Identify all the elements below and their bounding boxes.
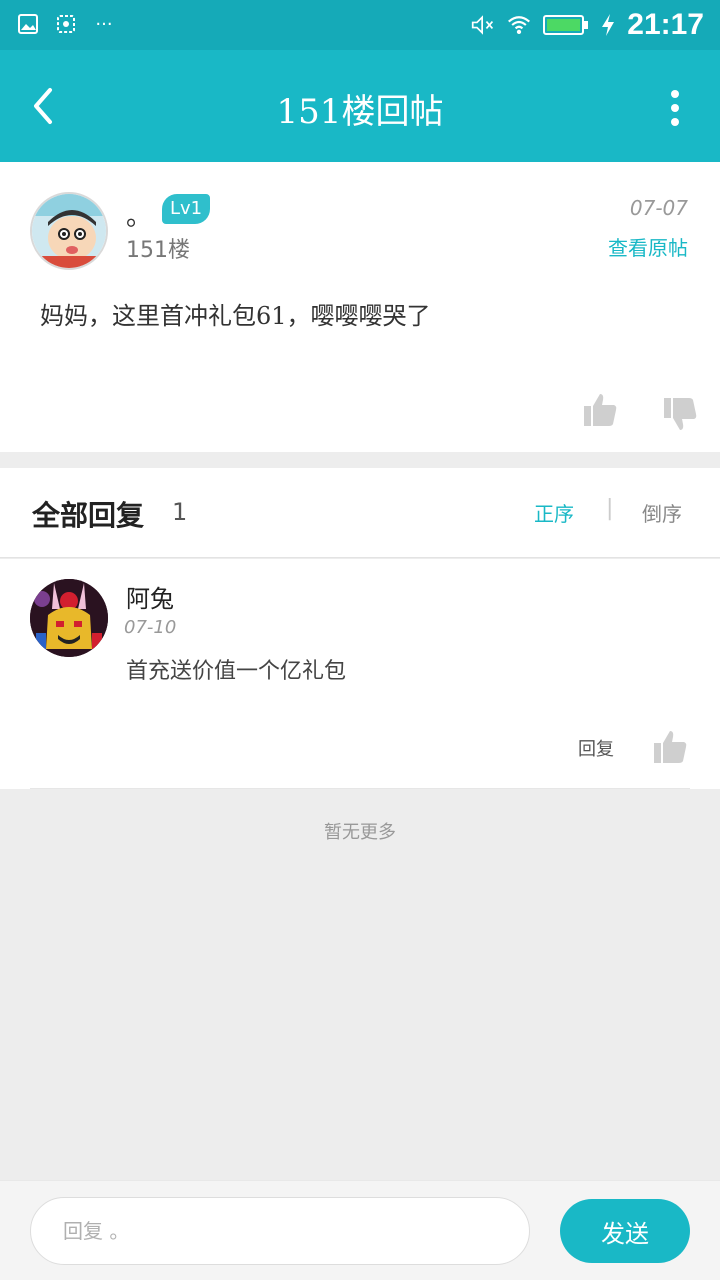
wifi-icon: [507, 13, 531, 37]
reply-content: 首充送价值一个亿礼包: [126, 659, 347, 684]
reply-input[interactable]: [30, 1197, 530, 1265]
post-card: 。 Lv1 151楼 07-07 查看原帖 妈妈，这里首冲礼包61，嘤嘤嘤哭了: [0, 162, 720, 452]
post-date: 07-07: [629, 196, 688, 220]
replies-header: 全部回复 1 正序 | 倒序: [0, 468, 720, 558]
sort-separator: |: [606, 496, 614, 521]
replies-count: 1: [172, 498, 188, 526]
avatar[interactable]: [30, 192, 108, 270]
like-button[interactable]: [582, 392, 618, 428]
more-menu-button[interactable]: [668, 88, 682, 128]
like-button[interactable]: [652, 729, 688, 765]
reply-username[interactable]: 阿兔: [126, 579, 174, 614]
status-time: 21:17: [627, 8, 704, 41]
screenshot-icon: [54, 12, 78, 36]
reply-composer: 发送: [0, 1180, 720, 1280]
sort-ascending-button[interactable]: 正序: [534, 498, 574, 527]
cartoon-boy-avatar-icon: [32, 194, 106, 268]
battery-icon: [543, 13, 589, 37]
dislike-button[interactable]: [662, 396, 698, 432]
thumbs-down-icon: [664, 398, 697, 430]
thumbs-up-icon: [654, 731, 687, 763]
post-username[interactable]: 。: [126, 196, 152, 233]
top-bar: 151楼回帖: [0, 50, 720, 162]
more-vertical-icon: [671, 90, 679, 126]
reply-date: 07-10: [124, 617, 177, 638]
status-bar: ··· 21:17: [0, 0, 720, 50]
more-dots-icon: ···: [95, 13, 113, 35]
replies-title: 全部回复: [32, 499, 145, 532]
reply-button[interactable]: 回复: [578, 735, 614, 761]
mute-icon: [471, 13, 495, 37]
image-icon: [16, 12, 40, 36]
view-original-link[interactable]: 查看原帖: [608, 232, 688, 261]
send-button[interactable]: 发送: [560, 1199, 690, 1263]
floor-number: 151楼: [126, 238, 190, 263]
no-more-text: 暂无更多: [324, 822, 396, 843]
level-badge: Lv1: [162, 194, 211, 224]
sort-descending-button[interactable]: 倒序: [642, 498, 682, 527]
thumbs-up-icon: [584, 394, 617, 426]
post-content: 妈妈，这里首冲礼包61，嘤嘤嘤哭了: [40, 302, 431, 330]
charging-icon: [601, 13, 615, 37]
list-item: 阿兔 07-10 首充送价值一个亿礼包 回复: [0, 559, 720, 789]
avatar[interactable]: [30, 579, 108, 657]
page-title: 151楼回帖: [276, 92, 444, 132]
divider: [30, 788, 690, 789]
bunny-character-avatar-icon: [30, 579, 108, 657]
